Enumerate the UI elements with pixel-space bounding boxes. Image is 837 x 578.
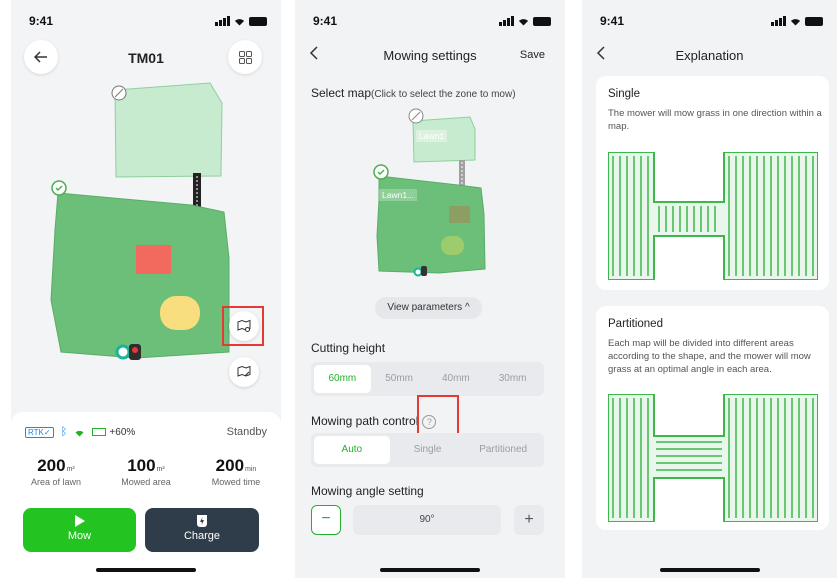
mow-button[interactable]: Mow [23, 508, 136, 552]
location-pin-icon [115, 344, 131, 360]
wifi-green-icon [75, 430, 84, 437]
obstacle-yellow [160, 296, 200, 330]
device-screen: 9:41 TM01 RTK✓ ᛒ +60% Standby 200m² Area… [11, 0, 281, 578]
status-bar: 9:41 [600, 14, 823, 30]
mower-icon [421, 266, 427, 276]
home-indicator [96, 568, 196, 572]
stat-mowed-time: 200min Mowed time [211, 456, 261, 487]
signal-icon [499, 16, 514, 26]
home-indicator [659, 568, 760, 572]
cutting-height-40mm[interactable]: 40mm [428, 365, 485, 393]
page-title: Explanation [675, 48, 744, 63]
card-single-title: Single [608, 88, 640, 100]
home-indicator [380, 568, 480, 572]
stat-mowed-area: 100m² Mowed area [121, 456, 171, 487]
angle-decrease-button[interactable]: − [311, 505, 341, 535]
settings-screen: 9:41 Mowing settings Save Select map(Cli… [295, 0, 565, 578]
path-control-selector: Auto Single Partitioned [311, 433, 544, 467]
explanation-screen: 9:41 Explanation Single The mower will m… [582, 0, 837, 578]
select-map-hint: (Click to select the zone to mow) [371, 89, 516, 100]
signal-icon [771, 16, 786, 26]
angle-value[interactable]: 90° [353, 505, 501, 535]
connection-row: RTK✓ ᛒ +60% Standby [25, 426, 267, 440]
path-control-single[interactable]: Single [390, 436, 466, 464]
stat-area-of-lawn: 200m² Area of lawn [30, 456, 82, 487]
status-time: 9:41 [600, 14, 625, 28]
zone-map[interactable] [295, 100, 565, 290]
map-edit-icon [237, 365, 251, 377]
charge-plug-icon [197, 515, 207, 527]
device-status: Standby [226, 426, 267, 438]
charge-label: Charge [183, 530, 221, 542]
obstacle-red [136, 245, 171, 274]
mow-label: Mow [67, 530, 92, 542]
lawn-zone-small [114, 82, 223, 178]
highlight-box [222, 306, 264, 346]
battery-level: +60% [109, 427, 136, 438]
card-single-text: The mower will mow grass in one directio… [608, 108, 822, 132]
cutting-height-label: Cutting height [311, 341, 386, 355]
wifi-icon [791, 19, 800, 26]
play-icon [74, 515, 85, 527]
charge-button[interactable]: Charge [145, 508, 259, 552]
bluetooth-icon: ᛒ [60, 426, 68, 438]
cutting-height-50mm[interactable]: 50mm [371, 365, 428, 393]
lawn-map[interactable] [11, 0, 281, 410]
status-panel: RTK✓ ᛒ +60% Standby 200m² Area of lawn 1… [11, 412, 281, 578]
map-edit-button[interactable] [229, 357, 259, 387]
single-pattern-illustration [608, 152, 818, 280]
card-partitioned: Partitioned Each map will be divided int… [596, 306, 829, 530]
path-control-auto[interactable]: Auto [314, 436, 390, 464]
view-parameters-button[interactable]: View parameters ^ [375, 297, 482, 319]
zone-label-lawn-1[interactable]: Lawn1 [416, 130, 448, 142]
partitioned-pattern-illustration [608, 394, 818, 522]
battery-icon [533, 16, 551, 26]
card-single: Single The mower will mow grass in one d… [596, 76, 829, 290]
highlight-box [417, 395, 459, 435]
cutting-height-30mm[interactable]: 30mm [484, 365, 541, 393]
card-partitioned-title: Partitioned [608, 318, 663, 330]
battery-green-icon [92, 428, 107, 437]
status-bar: 9:41 [313, 14, 551, 30]
cutting-height-60mm[interactable]: 60mm [314, 365, 371, 393]
zone-label-lawn-2[interactable]: Lawn1... [379, 189, 418, 201]
angle-label: Mowing angle setting [311, 484, 424, 498]
rtk-badge: RTK✓ [25, 426, 54, 438]
stats-row: 200m² Area of lawn 100m² Mowed area 200m… [11, 456, 281, 487]
stage: 9:41 TM01 RTK✓ ᛒ +60% Standby 200m² Area… [0, 0, 837, 578]
battery-icon [805, 16, 823, 26]
angle-increase-button[interactable]: + [514, 505, 544, 535]
location-pin-icon [413, 267, 423, 277]
card-partitioned-text: Each map will be divided into different … [608, 338, 811, 375]
wifi-icon [519, 19, 528, 26]
cutting-height-selector: 60mm 50mm 40mm 30mm [311, 362, 544, 396]
status-time: 9:41 [313, 14, 338, 28]
lawn-zone-main [50, 192, 230, 359]
save-button[interactable]: Save [520, 49, 545, 61]
select-map-label: Select map(Click to select the zone to m… [311, 86, 516, 100]
path-control-partitioned[interactable]: Partitioned [465, 436, 541, 464]
